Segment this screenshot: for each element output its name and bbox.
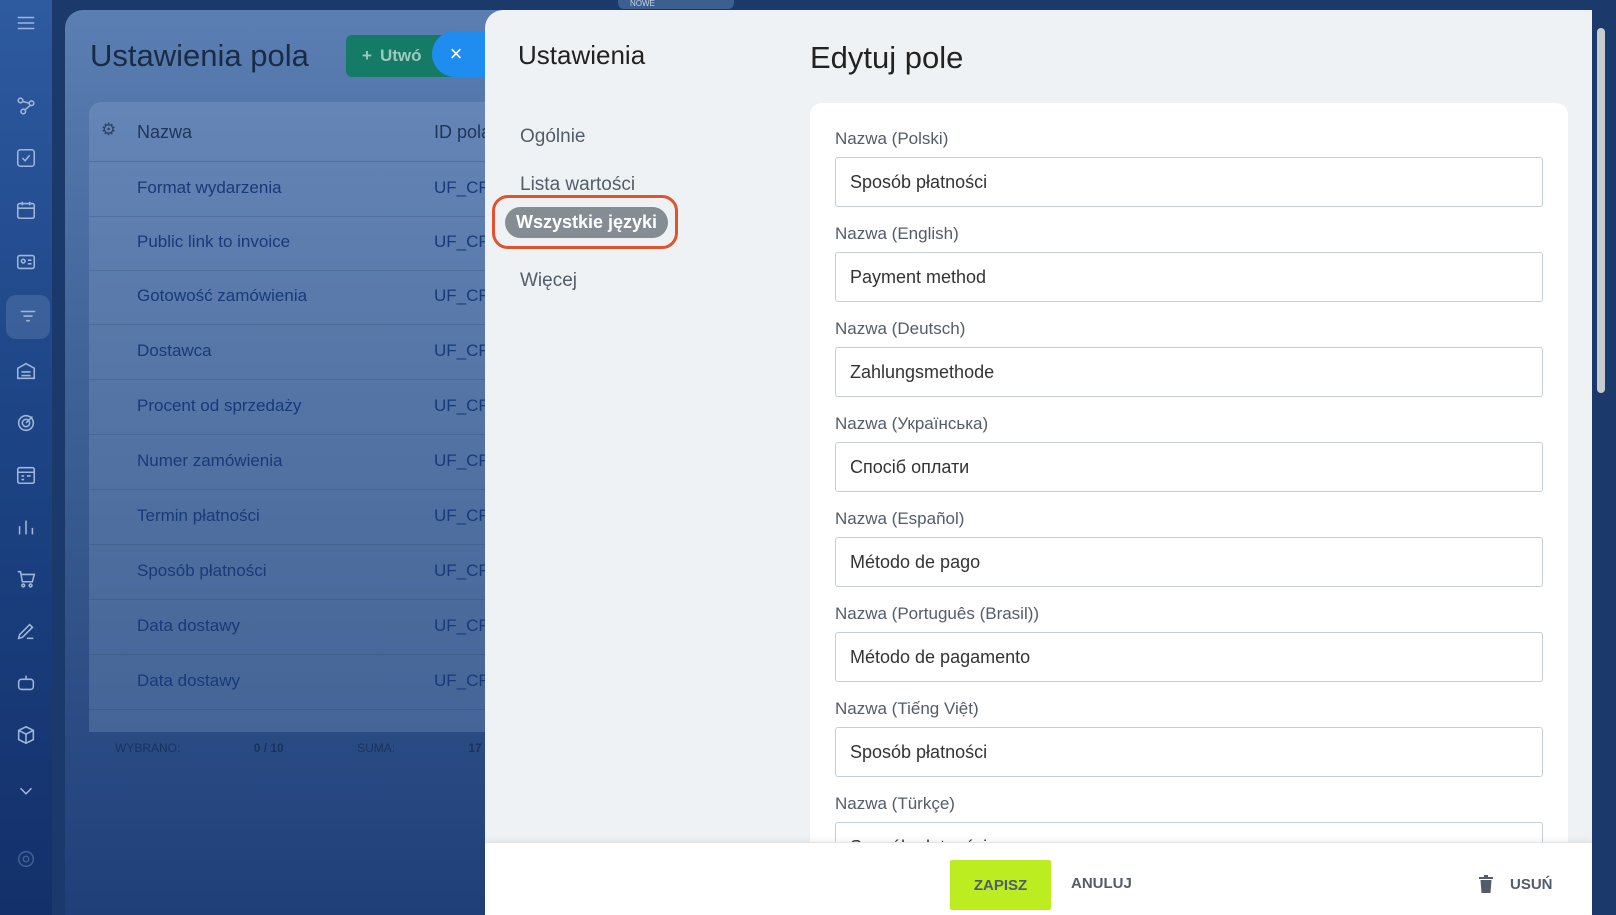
target-icon[interactable] bbox=[13, 410, 39, 436]
field-input-portuguese[interactable]: Método de pagamento bbox=[835, 632, 1543, 682]
row-name[interactable]: Numer zamówienia bbox=[137, 451, 283, 471]
row-name[interactable]: Public link to invoice bbox=[137, 232, 290, 252]
row-name[interactable]: Data dostawy bbox=[137, 616, 240, 636]
field-input-spanish[interactable]: Método de pago bbox=[835, 537, 1543, 587]
sign-icon[interactable] bbox=[13, 618, 39, 644]
delete-button-label: USUŃ bbox=[1510, 875, 1553, 893]
top-tab[interactable]: NOWE bbox=[618, 0, 734, 9]
menu-icon[interactable] bbox=[13, 10, 39, 36]
left-navigation-rail bbox=[0, 0, 52, 915]
sum-label: SUMA: bbox=[357, 741, 396, 755]
field-input-ukrainian[interactable]: Спосіб оплати bbox=[835, 442, 1543, 492]
edit-field-title: Edytuj pole bbox=[810, 40, 964, 75]
row-name[interactable]: Dostawca bbox=[137, 341, 212, 361]
box-icon[interactable] bbox=[13, 722, 39, 748]
field-label-german: Nazwa (Deutsch) bbox=[835, 319, 966, 338]
row-name[interactable]: Format wydarzenia bbox=[137, 178, 282, 198]
menu-item-more[interactable]: Więcej bbox=[520, 270, 577, 292]
delete-button[interactable]: USUŃ bbox=[1478, 875, 1553, 893]
settings-slider-panel: Ustawienia Ogólnie Lista wartości Wszyst… bbox=[485, 10, 1592, 915]
cart-icon[interactable] bbox=[13, 566, 39, 592]
table-row[interactable]: Termin płatności UF_CRM_( bbox=[89, 490, 525, 545]
table-row[interactable]: Sposób płatności UF_CRM_( bbox=[89, 545, 525, 600]
panel-scrollbar[interactable] bbox=[1597, 28, 1605, 393]
selected-value: 0 / 10 bbox=[253, 741, 284, 755]
background-field-settings-page: Ustawienia pola + Utwó ⚙ Nazwa ID pola F… bbox=[65, 10, 525, 915]
column-header-id[interactable]: ID pola bbox=[434, 122, 491, 143]
table-row[interactable]: Dostawca UF_CRM_( bbox=[89, 325, 525, 380]
table-row[interactable]: Data dostawy UF_CRM_( bbox=[89, 655, 525, 710]
bottom-action-bar: ZAPISZ ANULUJ USUŃ bbox=[485, 842, 1592, 915]
field-label-polish: Nazwa (Polski) bbox=[835, 129, 949, 148]
sum-value: 17 bbox=[468, 741, 482, 755]
field-label-english: Nazwa (English) bbox=[835, 224, 959, 243]
row-name[interactable]: Procent od sprzedaży bbox=[137, 396, 301, 416]
row-name[interactable]: Data dostawy bbox=[137, 671, 240, 691]
settings-menu-title: Ustawienia bbox=[518, 40, 646, 70]
field-label-turkish: Nazwa (Türkçe) bbox=[835, 794, 955, 813]
field-label-spanish: Nazwa (Español) bbox=[835, 509, 965, 528]
field-label-portuguese: Nazwa (Português (Brasil)) bbox=[835, 604, 1040, 623]
edit-field-card: Nazwa (Polski) Sposób płatności Nazwa (E… bbox=[810, 103, 1568, 903]
field-input-german[interactable]: Zahlungsmethode bbox=[835, 347, 1543, 397]
settings-icon[interactable] bbox=[13, 846, 39, 872]
contacts-icon[interactable] bbox=[13, 249, 39, 275]
table-row[interactable]: Public link to invoice UF_CRM_( bbox=[89, 216, 525, 271]
table-row[interactable]: Gotowość zamówienia UF_CRM_( bbox=[89, 270, 525, 325]
table-row[interactable]: Numer zamówienia UF_CRM_( bbox=[89, 435, 525, 490]
create-button-label: Utwó bbox=[379, 46, 422, 65]
page-title: Ustawienia pola bbox=[90, 38, 309, 73]
row-name[interactable]: Termin płatności bbox=[137, 506, 260, 526]
selected-label: WYBRANO: bbox=[115, 741, 181, 755]
table-footer: WYBRANO: 0 / 10 SUMA: 17 ST bbox=[115, 741, 525, 755]
menu-item-general[interactable]: Ogólnie bbox=[520, 126, 586, 148]
gear-icon[interactable]: ⚙ bbox=[101, 120, 116, 140]
save-button[interactable]: ZAPISZ bbox=[950, 860, 1051, 910]
table-header: ⚙ Nazwa ID pola bbox=[89, 102, 525, 162]
menu-item-value-list[interactable]: Lista wartości bbox=[520, 174, 635, 196]
close-button[interactable]: × bbox=[432, 31, 488, 77]
calendar-icon[interactable] bbox=[13, 197, 39, 223]
menu-item-all-languages[interactable]: Wszystkie języki bbox=[505, 207, 668, 238]
table-row[interactable]: Format wydarzenia UF_CRM_( bbox=[89, 162, 525, 217]
field-input-polish[interactable]: Sposób płatności bbox=[835, 157, 1543, 207]
table-row[interactable]: Procent od sprzedaży UF_CRM_( bbox=[89, 380, 525, 435]
field-input-english[interactable]: Payment method bbox=[835, 252, 1543, 302]
robot-icon[interactable] bbox=[13, 670, 39, 696]
inventory-icon[interactable] bbox=[13, 358, 39, 384]
row-name[interactable]: Sposób płatności bbox=[137, 561, 266, 581]
chevron-down-icon[interactable] bbox=[13, 778, 39, 804]
flow-icon[interactable] bbox=[13, 93, 39, 119]
close-icon: × bbox=[449, 41, 463, 66]
field-label-ukrainian: Nazwa (Українська) bbox=[835, 414, 989, 433]
tasks-icon[interactable] bbox=[13, 145, 39, 171]
analytics-icon[interactable] bbox=[13, 514, 39, 540]
cancel-button[interactable]: ANULUJ bbox=[1071, 875, 1132, 892]
crm-funnel-icon[interactable] bbox=[6, 295, 50, 339]
field-label-vietnamese: Nazwa (Tiếng Việt) bbox=[835, 699, 979, 718]
trash-icon bbox=[1479, 875, 1493, 893]
column-header-name[interactable]: Nazwa bbox=[137, 122, 192, 143]
plus-icon: + bbox=[362, 46, 372, 65]
field-input-vietnamese[interactable]: Sposób płatności bbox=[835, 727, 1543, 777]
table-row[interactable]: Data dostawy UF_CRM_( bbox=[89, 600, 525, 655]
schedule-icon[interactable] bbox=[13, 462, 39, 488]
row-name[interactable]: Gotowość zamówienia bbox=[137, 286, 307, 306]
